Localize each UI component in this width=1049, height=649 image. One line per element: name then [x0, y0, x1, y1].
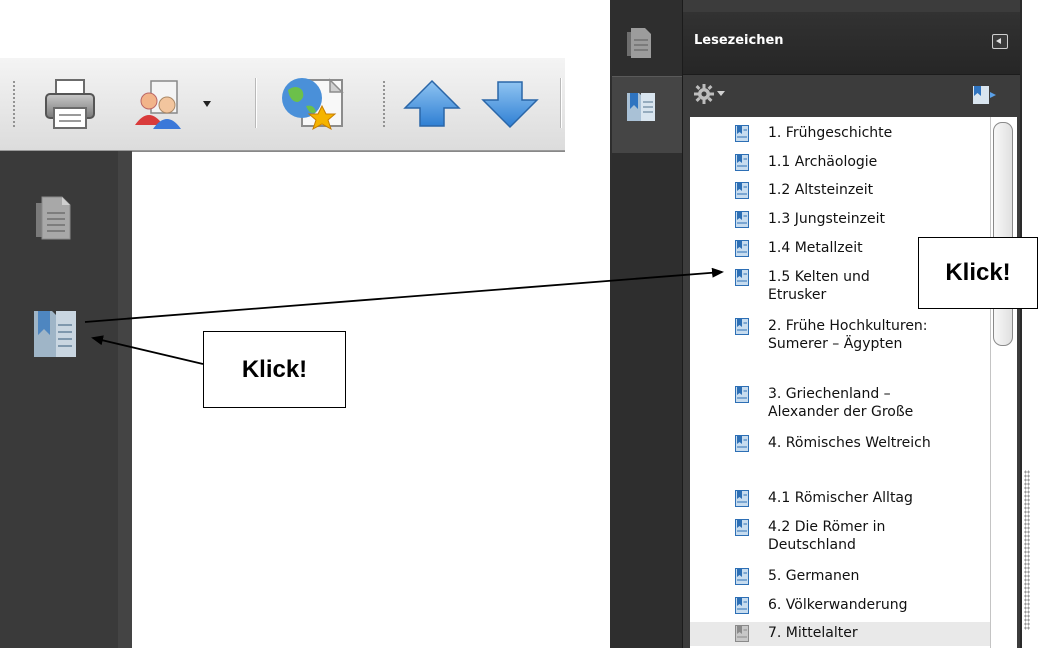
bookmark-label: 4.1 Römischer Alltag [768, 490, 913, 506]
bookmark-label: 4. Römisches Weltreich [768, 435, 931, 451]
share-users-icon [135, 80, 211, 129]
pages-nav-button[interactable] [32, 193, 76, 247]
bookmark-icon [735, 625, 749, 642]
pages-icon [627, 28, 651, 58]
navigation-pane [0, 151, 119, 648]
bookmark-icon [735, 182, 749, 199]
pages-icon [36, 196, 71, 240]
web-capture-icon [282, 78, 344, 131]
panel-resize-grip[interactable] [1024, 470, 1030, 630]
bookmarks-list[interactable]: 1. Frühgeschichte 1.1 Archäologie 1.2 Alts… [690, 117, 990, 648]
options-gear-icon [694, 84, 714, 104]
bookmark-icon [735, 240, 749, 257]
bookmark-item[interactable]: 4.1 Römischer Alltag [690, 487, 990, 511]
bookmark-item[interactable]: 1.2 Altsteinzeit [690, 179, 990, 203]
bookmark-icon [735, 269, 749, 286]
toolbar-grip[interactable] [12, 80, 16, 128]
pages-tab[interactable] [624, 26, 654, 64]
bookmark-icon [735, 318, 749, 335]
bookmark-label: 1.3 Jungsteinzeit [768, 211, 885, 227]
bookmark-icon [735, 125, 749, 142]
bookmark-icon [735, 597, 749, 614]
bookmarks-toolbar [683, 75, 1023, 117]
bookmark-item[interactable]: 4. Römisches Weltreich [690, 432, 990, 456]
bookmark-label: 3. Griechenland – Alexander der Große [768, 386, 914, 420]
bookmark-label: 7. Mittelalter [768, 625, 858, 641]
bookmark-icon [735, 568, 749, 585]
new-bookmark-icon [973, 86, 996, 104]
arrow-down-icon [481, 81, 539, 129]
bookmark-item[interactable]: 7. Mittelalter [690, 622, 990, 646]
printer-icon [45, 79, 95, 129]
bookmark-icon [735, 490, 749, 507]
bookmark-label: 4.2 Die Römer in Deutschland [768, 519, 886, 553]
web-capture-button[interactable] [272, 72, 356, 136]
bookmark-label: 1. Frühgeschichte [768, 125, 893, 141]
bookmarks-tab[interactable] [612, 76, 682, 153]
bookmark-item[interactable]: 2. Frühe Hochkulturen: Sumerer – Ägypten [690, 315, 990, 357]
bookmark-icon [735, 154, 749, 171]
bookmark-item[interactable]: 6. Völkerwanderung [690, 594, 990, 618]
bookmark-icon [735, 386, 749, 403]
bookmark-item[interactable]: 5. Germanen [690, 565, 990, 589]
bookmark-item[interactable]: 1.3 Jungsteinzeit [690, 208, 990, 232]
nav-pane-splitter[interactable] [118, 151, 132, 648]
collapse-panel-icon[interactable] [992, 34, 1008, 49]
bookmark-item[interactable]: 1. Frühgeschichte [690, 122, 990, 146]
bookmark-label: 1.1 Archäologie [768, 154, 878, 170]
bookmark-icon [735, 211, 749, 228]
callout-right: Klick! [918, 237, 1038, 309]
bookmark-item[interactable]: 1.1 Archäologie [690, 151, 990, 175]
bookmark-label: 6. Völkerwanderung [768, 597, 908, 613]
bookmark-label: 2. Frühe Hochkulturen: Sumerer – Ägypten [768, 318, 928, 352]
document-view [132, 151, 565, 649]
panel-title: Lesezeichen [694, 33, 784, 48]
bookmark-icon [735, 519, 749, 536]
bookmark-item[interactable]: 3. Griechenland – Alexander der Große [690, 383, 990, 425]
chevron-down-icon [717, 91, 725, 96]
options-menu-button[interactable] [693, 83, 725, 105]
next-page-button[interactable] [478, 78, 542, 130]
share-button[interactable] [128, 76, 216, 132]
bookmarks-nav-button[interactable] [30, 305, 80, 363]
previous-page-button[interactable] [400, 78, 464, 130]
toolbar-grip[interactable] [382, 80, 386, 128]
bookmarks-icon [627, 93, 655, 121]
arrow-up-icon [403, 79, 461, 127]
bookmark-label: 1.2 Altsteinzeit [768, 182, 874, 198]
bookmark-label: 5. Germanen [768, 568, 860, 584]
main-toolbar [0, 58, 565, 151]
bookmarks-icon [34, 311, 76, 357]
callout-left: Klick! [203, 331, 346, 408]
print-button[interactable] [40, 76, 100, 132]
scrollbar-thumb[interactable] [993, 122, 1013, 346]
bookmark-icon [735, 435, 749, 452]
bookmark-item[interactable]: 4.2 Die Römer in Deutschland [690, 516, 990, 558]
new-bookmark-button[interactable] [971, 84, 997, 110]
